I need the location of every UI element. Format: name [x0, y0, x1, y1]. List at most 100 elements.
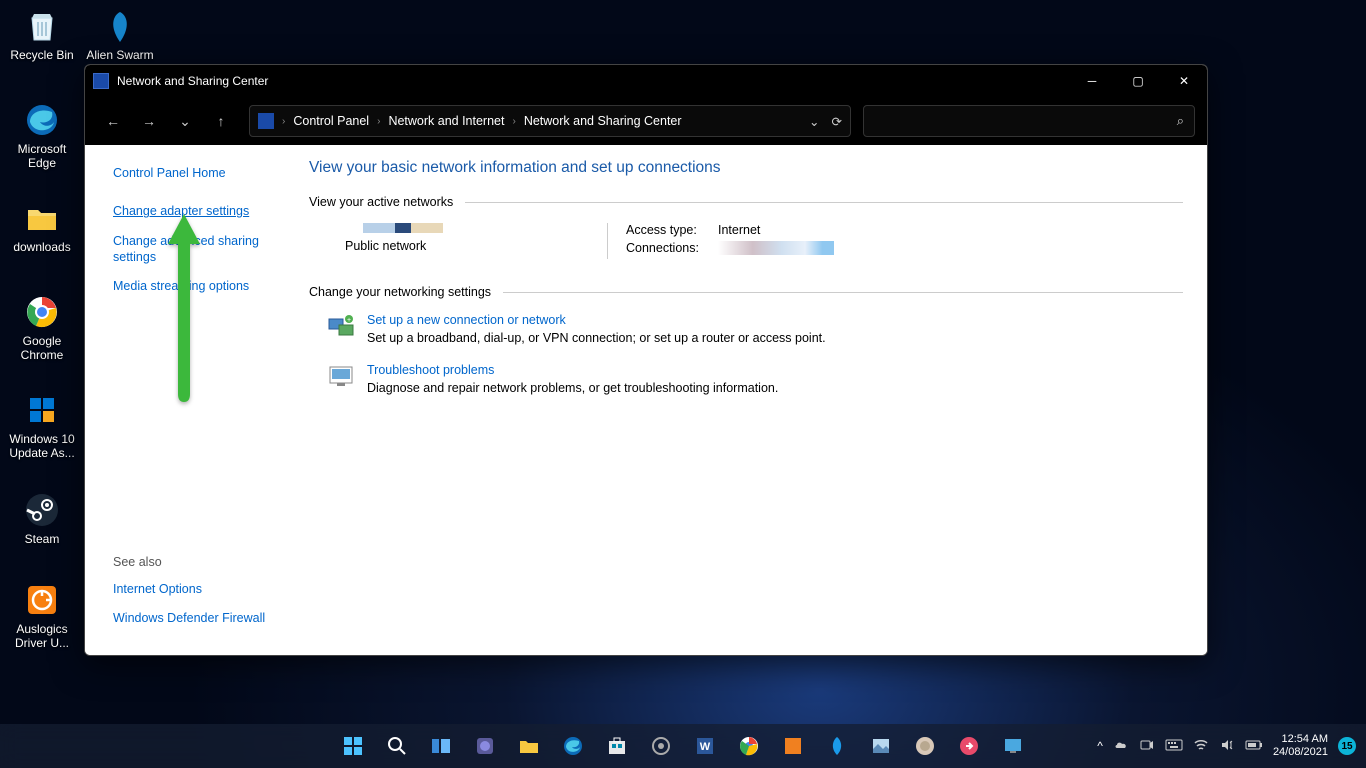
app-circle-button[interactable]	[906, 727, 944, 765]
network-type-label: Public network	[345, 239, 607, 253]
app-orange-button[interactable]	[774, 727, 812, 765]
notification-badge[interactable]: 15	[1338, 737, 1356, 755]
toolbar: ← → ⌄ ↑ › Control Panel › Network and In…	[85, 97, 1207, 145]
desktop-icon-alien-swarm[interactable]: Alien Swarm	[82, 6, 158, 62]
auslogics-icon	[22, 580, 62, 620]
address-bar[interactable]: › Control Panel › Network and Internet ›…	[249, 105, 851, 137]
back-button[interactable]: ←	[97, 105, 129, 137]
change-adapter-settings-link[interactable]: Change adapter settings	[113, 203, 269, 219]
network-center-icon	[93, 73, 109, 89]
clock-time: 12:54 AM	[1273, 733, 1328, 746]
maximize-button[interactable]: ▢	[1115, 65, 1161, 97]
settings-button[interactable]	[642, 727, 680, 765]
access-type-value: Internet	[718, 223, 760, 237]
window-title: Network and Sharing Center	[117, 74, 268, 88]
desktop-icon-downloads[interactable]: downloads	[4, 198, 80, 254]
internet-options-link[interactable]: Internet Options	[113, 581, 269, 597]
active-networks-header: View your active networks	[309, 195, 453, 209]
folder-icon	[22, 198, 62, 238]
divider	[503, 292, 1183, 293]
setup-connection-icon: +	[327, 313, 355, 341]
app-blue-flame-button[interactable]	[818, 727, 856, 765]
chevron-right-icon: ›	[377, 116, 380, 127]
minimize-button[interactable]: ─	[1069, 65, 1115, 97]
breadcrumb-network-sharing[interactable]: Network and Sharing Center	[520, 112, 686, 130]
setup-connection-link[interactable]: Set up a new connection or network	[367, 313, 826, 327]
forward-button[interactable]: →	[133, 105, 165, 137]
desktop-icon-win10-update[interactable]: Windows 10 Update As...	[4, 390, 80, 461]
network-name-redacted	[363, 223, 443, 233]
app-photos-button[interactable]	[862, 727, 900, 765]
change-sharing-settings-link[interactable]: Change advanced sharing settings	[113, 233, 269, 266]
up-button[interactable]: ↑	[205, 105, 237, 137]
address-dropdown-icon[interactable]: ⌄	[809, 114, 819, 129]
app-monitor-button[interactable]	[994, 727, 1032, 765]
titlebar[interactable]: Network and Sharing Center ─ ▢ ✕	[85, 65, 1207, 97]
see-also-header: See also	[113, 555, 269, 569]
troubleshoot-icon	[327, 363, 355, 391]
troubleshoot-item: Troubleshoot problems Diagnose and repai…	[309, 363, 1183, 395]
steam-icon	[22, 490, 62, 530]
search-button[interactable]	[378, 727, 416, 765]
battery-icon[interactable]	[1245, 739, 1263, 754]
recycle-bin-icon	[22, 6, 62, 46]
access-type-label: Access type:	[626, 223, 718, 237]
search-icon: ⌕	[1177, 113, 1184, 129]
search-input[interactable]	[874, 114, 1177, 128]
clock[interactable]: 12:54 AM 24/08/2021	[1273, 733, 1328, 759]
clock-date: 24/08/2021	[1273, 746, 1328, 759]
system-tray: ^ 12:54 AM 24/08/2021 15	[1097, 733, 1356, 759]
close-button[interactable]: ✕	[1161, 65, 1207, 97]
alien-swarm-icon	[100, 6, 140, 46]
edge-button[interactable]	[554, 727, 592, 765]
setup-connection-item: + Set up a new connection or network Set…	[309, 313, 1183, 345]
divider	[465, 202, 1183, 203]
breadcrumb-control-panel[interactable]: Control Panel	[289, 112, 373, 130]
chrome-icon	[22, 292, 62, 332]
connection-name-redacted[interactable]	[718, 241, 834, 255]
control-panel-home-link[interactable]: Control Panel Home	[113, 165, 269, 181]
desktop-icon-edge[interactable]: Microsoft Edge	[4, 100, 80, 171]
media-streaming-link[interactable]: Media streaming options	[113, 278, 269, 294]
recent-dropdown[interactable]: ⌄	[169, 105, 201, 137]
app-pink-button[interactable]	[950, 727, 988, 765]
content-area: Control Panel Home Change adapter settin…	[85, 145, 1207, 655]
address-icon	[258, 113, 274, 129]
desktop-icon-chrome[interactable]: Google Chrome	[4, 292, 80, 363]
change-settings-header: Change your networking settings	[309, 285, 491, 299]
taskbar-center: W	[334, 727, 1032, 765]
chevron-right-icon: ›	[282, 116, 285, 127]
taskbar[interactable]: W ^	[0, 724, 1366, 768]
onedrive-icon[interactable]	[1113, 737, 1129, 756]
active-network-row: Public network Access type: Internet Con…	[309, 223, 1183, 259]
defender-firewall-link[interactable]: Windows Defender Firewall	[113, 610, 269, 626]
wifi-icon[interactable]	[1193, 737, 1209, 756]
page-heading: View your basic network information and …	[309, 159, 1183, 177]
store-button[interactable]	[598, 727, 636, 765]
chrome-button[interactable]	[730, 727, 768, 765]
svg-text:W: W	[700, 741, 711, 753]
connections-label: Connections:	[626, 241, 718, 255]
search-box[interactable]: ⌕	[863, 105, 1195, 137]
task-view-button[interactable]	[422, 727, 460, 765]
desktop-icon-recycle-bin[interactable]: Recycle Bin	[4, 6, 80, 62]
chevron-right-icon: ›	[512, 116, 515, 127]
refresh-icon[interactable]: ⟳	[832, 114, 842, 129]
svg-text:+: +	[347, 317, 351, 324]
explorer-button[interactable]	[510, 727, 548, 765]
main-pane: View your basic network information and …	[285, 145, 1207, 655]
windows-update-icon	[22, 390, 62, 430]
word-button[interactable]: W	[686, 727, 724, 765]
side-pane: Control Panel Home Change adapter settin…	[85, 145, 285, 655]
troubleshoot-link[interactable]: Troubleshoot problems	[367, 363, 778, 377]
breadcrumb-network-internet[interactable]: Network and Internet	[384, 112, 508, 130]
meet-now-icon[interactable]	[1139, 737, 1155, 756]
desktop-icon-steam[interactable]: Steam	[4, 490, 80, 546]
troubleshoot-desc: Diagnose and repair network problems, or…	[367, 381, 778, 395]
tray-chevron-icon[interactable]: ^	[1097, 739, 1103, 753]
widgets-button[interactable]	[466, 727, 504, 765]
volume-icon[interactable]	[1219, 737, 1235, 756]
start-button[interactable]	[334, 727, 372, 765]
desktop-icon-auslogics[interactable]: Auslogics Driver U...	[4, 580, 80, 651]
keyboard-icon[interactable]	[1165, 738, 1183, 755]
